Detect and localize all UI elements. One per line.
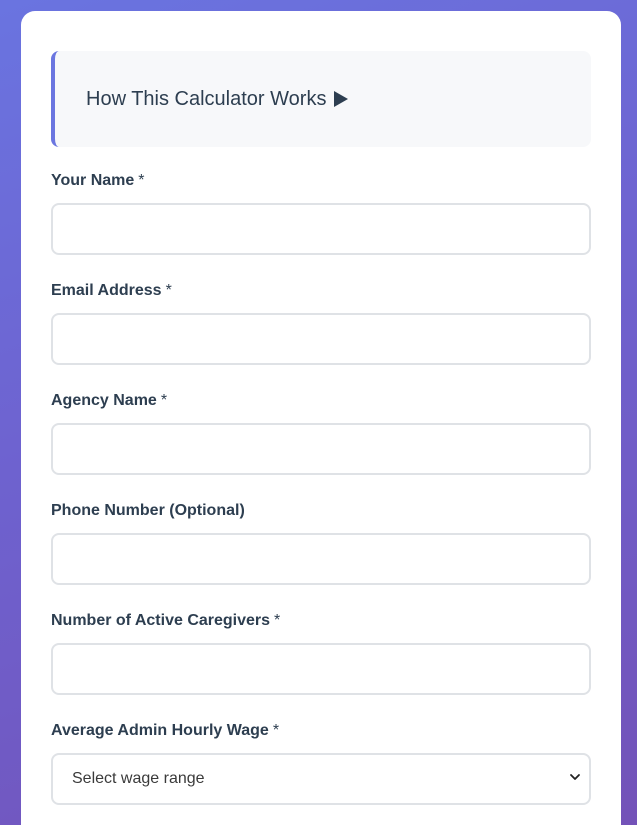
required-marker: * bbox=[165, 282, 172, 299]
field-active-caregivers: Number of Active Caregivers * bbox=[51, 611, 591, 695]
email-address-input[interactable] bbox=[51, 313, 591, 365]
agency-name-label: Agency Name * bbox=[51, 392, 168, 409]
wage-range-select[interactable]: Select wage range bbox=[51, 753, 591, 805]
field-email-address: Email Address * bbox=[51, 281, 591, 365]
field-admin-hourly-wage: Average Admin Hourly Wage * Select wage r… bbox=[51, 721, 591, 805]
wage-range-selected-value: Select wage range bbox=[72, 770, 205, 787]
agency-name-input[interactable] bbox=[51, 423, 591, 475]
how-it-works-toggle[interactable]: How This Calculator Works bbox=[51, 51, 591, 147]
phone-number-label: Phone Number (Optional) bbox=[51, 502, 245, 519]
admin-hourly-wage-label: Average Admin Hourly Wage * bbox=[51, 722, 280, 739]
chevron-down-icon bbox=[570, 774, 580, 780]
required-marker: * bbox=[160, 392, 168, 409]
field-your-name: Your Name * bbox=[51, 171, 591, 255]
active-caregivers-input[interactable] bbox=[51, 643, 591, 695]
required-marker: * bbox=[272, 722, 280, 739]
required-marker: * bbox=[274, 612, 281, 629]
field-agency-name: Agency Name * bbox=[51, 391, 591, 475]
your-name-label: Your Name * bbox=[51, 172, 145, 189]
how-it-works-title: How This Calculator Works bbox=[86, 88, 349, 111]
calculator-form-card: How This Calculator Works Your Name * Ema… bbox=[21, 11, 621, 825]
field-phone-number: Phone Number (Optional) bbox=[51, 501, 591, 585]
required-marker: * bbox=[138, 172, 145, 189]
your-name-input[interactable] bbox=[51, 203, 591, 255]
play-icon bbox=[334, 91, 349, 107]
email-address-label: Email Address * bbox=[51, 282, 172, 299]
active-caregivers-label: Number of Active Caregivers * bbox=[51, 612, 281, 629]
phone-number-input[interactable] bbox=[51, 533, 591, 585]
